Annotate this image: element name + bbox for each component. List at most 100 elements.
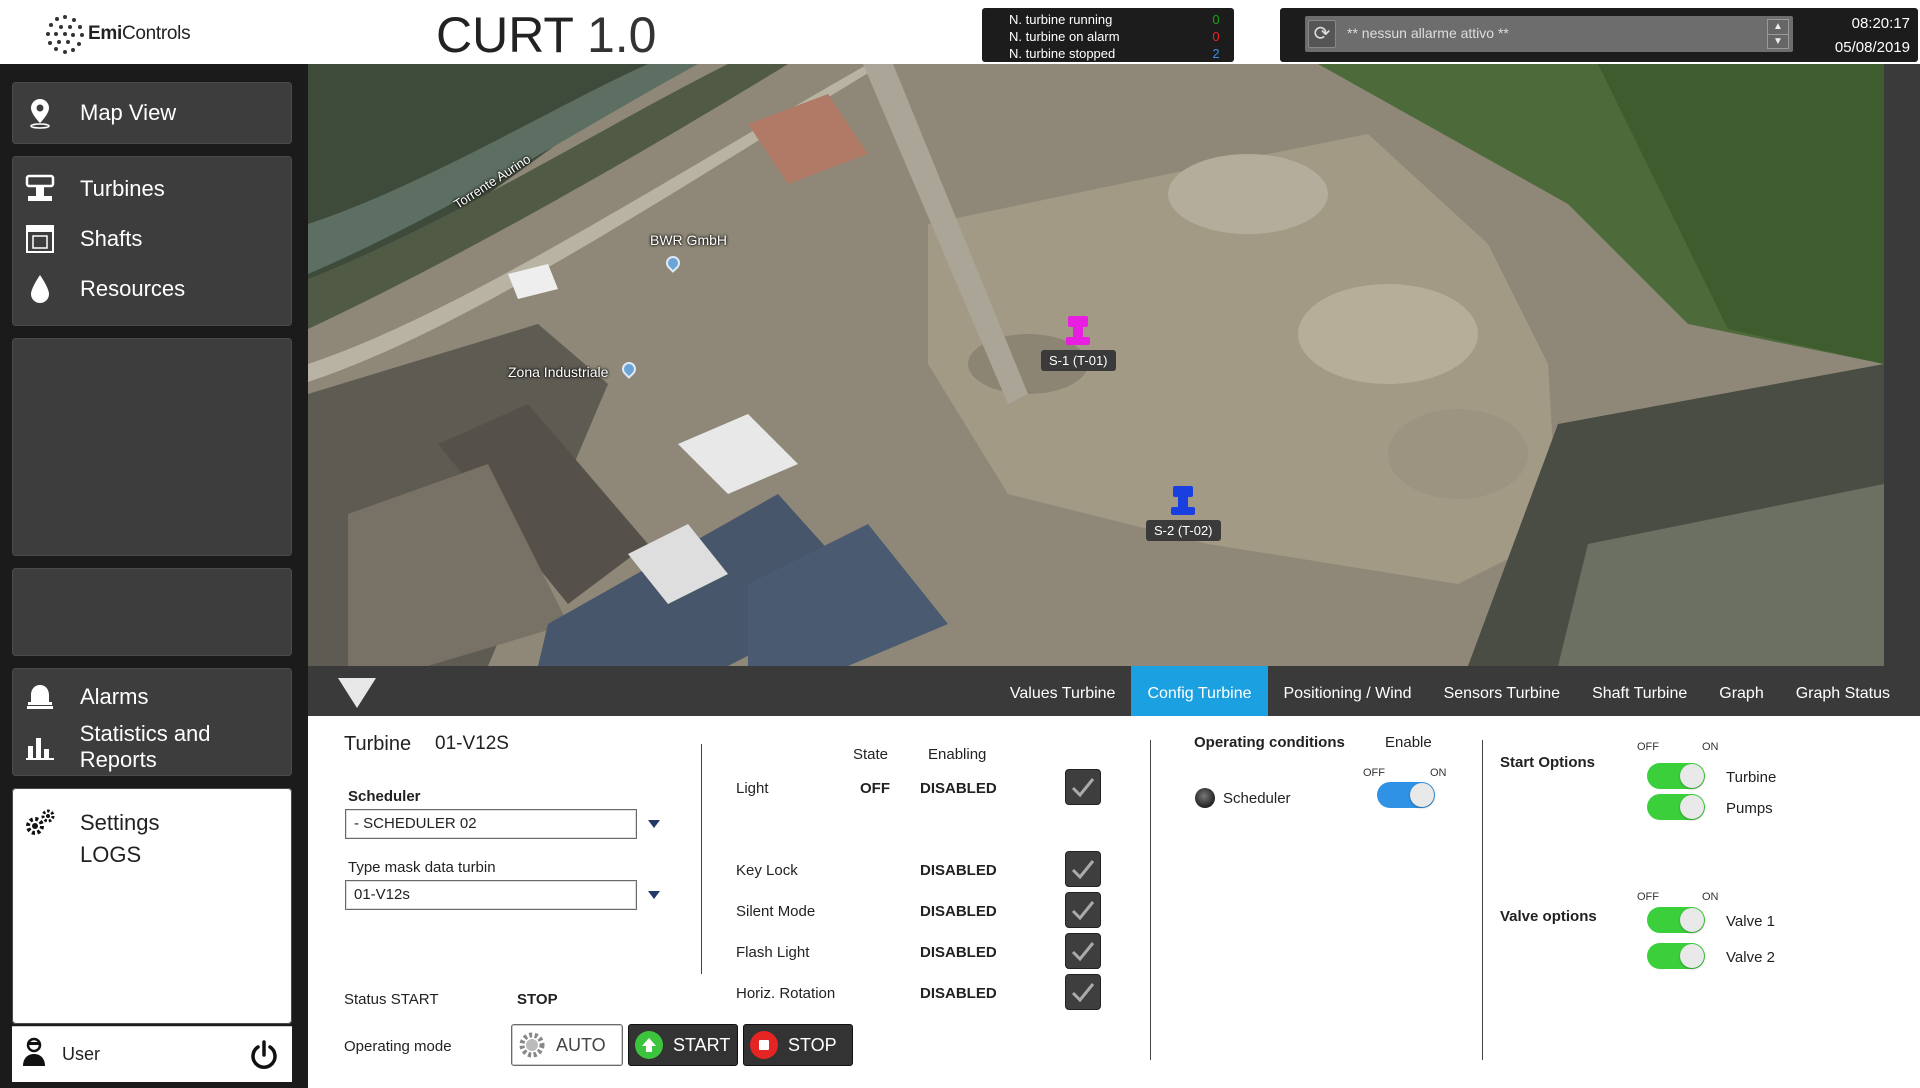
start-turbine-label: Turbine: [1726, 769, 1777, 786]
turbine-marker-s1[interactable]: S-1 (T-01): [1041, 314, 1116, 371]
valve2-toggle[interactable]: [1647, 943, 1705, 969]
nav-turbines[interactable]: Turbines: [12, 164, 292, 214]
scheduler-cond-label: Scheduler: [1223, 790, 1291, 807]
feature-silent-checkbox[interactable]: [1065, 892, 1101, 928]
start-options-label: Start Options: [1500, 754, 1596, 771]
valve2-label: Valve 2: [1726, 949, 1775, 966]
nav-shafts-label: Shafts: [80, 226, 143, 251]
scheduler-label: Scheduler: [348, 788, 421, 805]
feature-light-name: Light: [736, 780, 769, 797]
nav-settings-label: Settings: [80, 810, 160, 835]
nav-logs[interactable]: LOGS: [12, 840, 292, 870]
place-bwr-pin-icon[interactable]: [663, 252, 683, 273]
feature-light-enabling: DISABLED: [920, 780, 997, 797]
mask-dropdown-icon[interactable]: [648, 891, 660, 899]
map-view-panel: Map View: [12, 82, 292, 144]
turbine-icon: [20, 171, 60, 207]
feature-horiz-checkbox[interactable]: [1065, 974, 1101, 1010]
place-zona-pin-icon[interactable]: [619, 358, 639, 379]
header-bar: EmiControls CURT 1.0 N. turbine running 0…: [0, 0, 1920, 64]
tab-graph-status[interactable]: Graph Status: [1780, 666, 1906, 716]
turbine-marker-s2-icon: [1171, 486, 1196, 515]
shaft-icon: [20, 221, 60, 257]
scheduler-enable-toggle[interactable]: [1377, 782, 1435, 808]
turbine-marker-s2-label: S-2 (T-02): [1146, 520, 1221, 541]
tab-config-turbine[interactable]: Config Turbine: [1131, 666, 1268, 716]
nav-resources[interactable]: Resources: [12, 264, 292, 314]
alarm-panel: ⟳ ** nessun allarme attivo ** ▲ ▼ 08:20:…: [1280, 8, 1918, 62]
map-pin-icon: [20, 95, 60, 131]
nav-turbines-label: Turbines: [80, 176, 165, 201]
tab-values-turbine[interactable]: Values Turbine: [994, 666, 1132, 716]
enabling-header: Enabling: [928, 746, 987, 763]
alarm-message: ** nessun allarme attivo **: [1347, 25, 1509, 41]
start-off-label: OFF: [1637, 741, 1659, 753]
scroll-up-icon[interactable]: ▲: [1768, 20, 1788, 34]
tab-shaft-turbine[interactable]: Shaft Turbine: [1576, 666, 1703, 716]
operating-mode-label: Operating mode: [344, 1038, 452, 1055]
stat-alarm: N. turbine on alarm 0: [1009, 29, 1220, 44]
feature-horiz-enabling: DISABLED: [920, 985, 997, 1002]
turbine-label: Turbine: [344, 733, 412, 755]
tab-sensors-turbine[interactable]: Sensors Turbine: [1428, 666, 1577, 716]
tab-positioning-wind[interactable]: Positioning / Wind: [1268, 666, 1428, 716]
alarm-scroll[interactable]: ▲ ▼: [1767, 19, 1789, 49]
alarms-panel: Alarms Statistics and Reports: [12, 668, 292, 776]
stop-square-icon: [750, 1031, 778, 1059]
power-icon[interactable]: [248, 1039, 280, 1071]
start-turbine-toggle[interactable]: [1647, 763, 1705, 789]
place-bwr: BWR GmbH: [650, 232, 727, 248]
app-title: CURT 1.0: [436, 7, 657, 63]
start-button[interactable]: START: [628, 1024, 738, 1066]
nav-statistics[interactable]: Statistics and Reports: [12, 721, 292, 772]
empty-panel-2: [12, 568, 292, 656]
stat-stopped: N. turbine stopped 2: [1009, 46, 1220, 61]
config-turbine-panel: Turbine 01-V12S Scheduler - SCHEDULER 02…: [308, 716, 1920, 1088]
turbine-marker-s1-icon: [1066, 316, 1091, 345]
nav-shafts[interactable]: Shafts: [12, 214, 292, 264]
feature-flash-name: Flash Light: [736, 944, 810, 961]
water-drop-icon: [20, 271, 60, 307]
refresh-icon[interactable]: ⟳: [1308, 20, 1336, 48]
mask-select[interactable]: 01-V12s: [345, 880, 637, 910]
settings-panel: Settings LOGS: [12, 788, 292, 1024]
separator-1: [701, 744, 702, 974]
valve-off-label: OFF: [1637, 891, 1659, 903]
start-button-label: START: [673, 1034, 731, 1055]
scheduler-select[interactable]: - SCHEDULER 02: [345, 809, 637, 839]
clock-date: 05/08/2019: [1834, 39, 1910, 56]
feature-flash-checkbox[interactable]: [1065, 933, 1101, 969]
emicontrols-logo: EmiControls: [44, 14, 191, 54]
cond-off-label: OFF: [1363, 767, 1385, 779]
tab-bar: Values Turbine Config Turbine Positionin…: [308, 666, 1920, 716]
nav-map-view[interactable]: Map View: [12, 88, 292, 138]
valve1-label: Valve 1: [1726, 913, 1775, 930]
gears-icon: [20, 805, 60, 841]
scheduler-dropdown-icon[interactable]: [648, 820, 660, 828]
user-label: User: [62, 1044, 101, 1064]
stop-button[interactable]: STOP: [743, 1024, 853, 1066]
bell-icon: [20, 679, 60, 715]
satellite-map[interactable]: Torrente Aurino BWR GmbH Zona Industrial…: [308, 64, 1884, 666]
valve1-toggle[interactable]: [1647, 907, 1705, 933]
empty-panel-1: [12, 338, 292, 556]
feature-light-checkbox[interactable]: [1065, 769, 1101, 805]
collapse-triangle-icon[interactable]: [338, 678, 376, 708]
feature-keylock-checkbox[interactable]: [1065, 851, 1101, 887]
stop-button-label: STOP: [788, 1034, 837, 1055]
place-zona-industriale: Zona Industriale: [508, 364, 609, 380]
auto-gear-icon: [518, 1031, 546, 1059]
scheduler-radio[interactable]: [1195, 788, 1215, 808]
tab-graph[interactable]: Graph: [1703, 666, 1779, 716]
feature-flash-enabling: DISABLED: [920, 944, 997, 961]
scroll-down-icon[interactable]: ▼: [1768, 34, 1788, 48]
turbine-marker-s2[interactable]: S-2 (T-02): [1146, 484, 1221, 541]
separator-2: [1150, 740, 1151, 1060]
nav-resources-label: Resources: [80, 276, 186, 301]
nav-alarms[interactable]: Alarms: [12, 672, 292, 722]
feature-silent-name: Silent Mode: [736, 903, 816, 920]
start-pumps-toggle[interactable]: [1647, 794, 1705, 820]
status-start-value: STOP: [517, 991, 558, 1008]
auto-button[interactable]: AUTO: [511, 1024, 623, 1066]
turbine-stats-panel: N. turbine running 0 N. turbine on alarm 0…: [982, 8, 1234, 62]
